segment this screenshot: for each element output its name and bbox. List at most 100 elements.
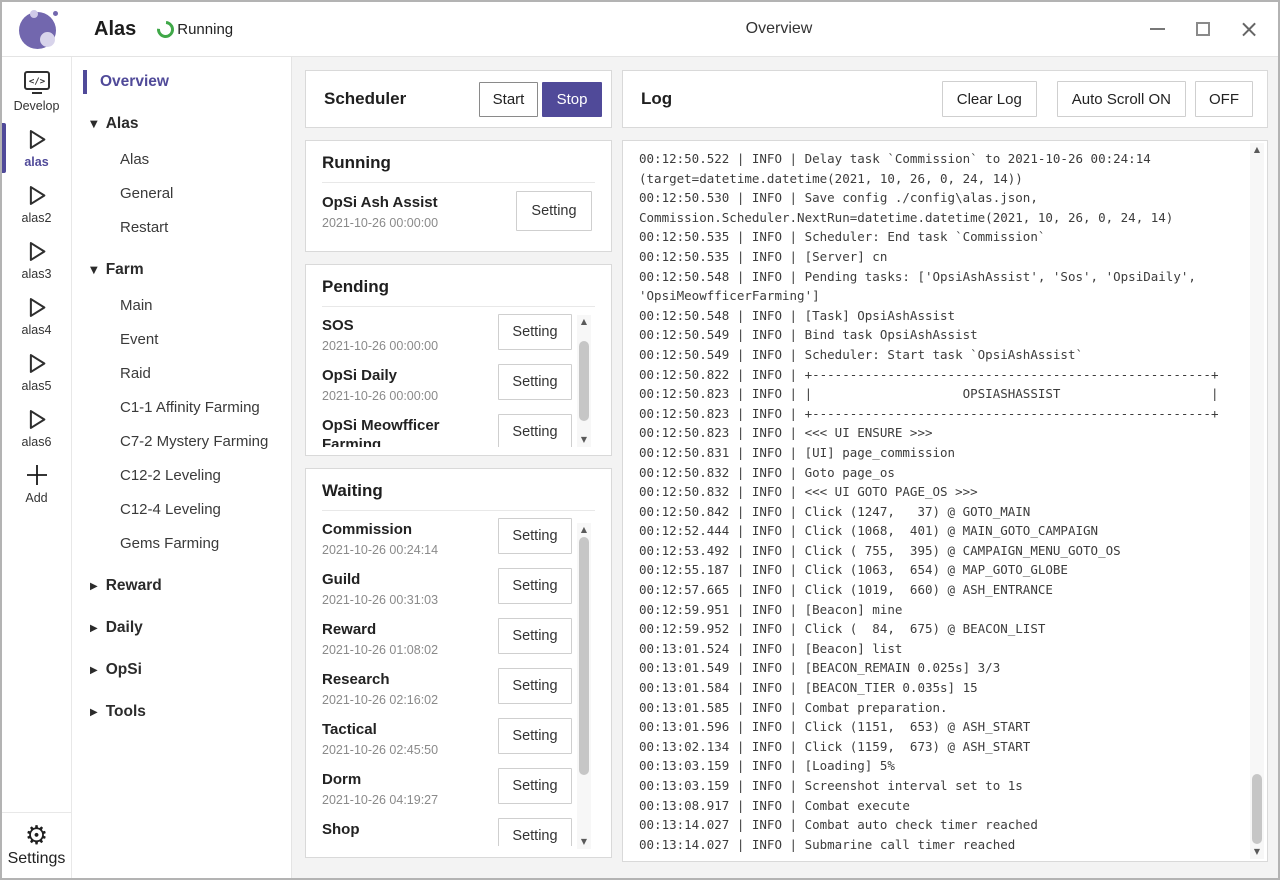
task-time: 2021-10-26 00:24:14 [322, 543, 495, 557]
nav-item[interactable]: ▶Daily [72, 611, 291, 645]
task-name: SOS [322, 316, 490, 335]
nav-item[interactable]: ▼Farm [72, 253, 291, 287]
task-name: Guild [322, 570, 490, 589]
log-line: 00:13:01.596 | INFO | Click (1151, 653) … [639, 717, 1243, 737]
task-name: Commission [322, 520, 490, 539]
nav-item[interactable]: Alas [72, 143, 291, 177]
pending-scrollbar[interactable]: ▲ ▼ [577, 315, 591, 447]
nav-item[interactable]: Main [72, 289, 291, 323]
autoscroll-off-button[interactable]: OFF [1195, 81, 1253, 117]
nav-item[interactable]: Restart [72, 211, 291, 245]
task-time: 2021-10-26 02:45:50 [322, 743, 495, 757]
setting-button[interactable]: Setting [498, 718, 572, 754]
minimize-icon[interactable] [1148, 20, 1166, 38]
nav-item-label: Main [120, 297, 153, 314]
task-row: Tactical 2021-10-26 02:45:50 Setting [322, 714, 595, 764]
scroll-thumb[interactable] [1252, 774, 1262, 844]
nav-item[interactable]: C1-1 Affinity Farming [72, 391, 291, 425]
nav-item[interactable]: ▶OpSi [72, 653, 291, 687]
scroll-down-icon[interactable]: ▼ [577, 433, 591, 447]
play-triangle-icon [22, 125, 52, 153]
scheduler-title: Scheduler [324, 89, 479, 109]
clear-log-button[interactable]: Clear Log [942, 81, 1037, 117]
setting-button[interactable]: Setting [516, 191, 592, 231]
setting-button[interactable]: Setting [498, 568, 572, 604]
stop-button[interactable]: Stop [542, 82, 602, 117]
task-row: SOS 2021-10-26 00:00:00 Setting [322, 310, 595, 360]
nav-expand-arrow-icon: ▼ [90, 108, 98, 142]
nav-expand-arrow-icon: ▶ [90, 612, 98, 646]
rail-item-add[interactable]: Add [2, 457, 71, 511]
running-spinner-icon [154, 17, 178, 41]
task-row: Research 2021-10-26 02:16:02 Setting [322, 664, 595, 714]
log-line: 00:12:50.832 | INFO | <<< UI GOTO PAGE_O… [639, 482, 1243, 502]
setting-button[interactable]: Setting [498, 768, 572, 804]
content-area: Scheduler Start Stop Running OpSi Ash As… [292, 57, 1278, 878]
window-controls: × [1148, 20, 1278, 38]
scroll-up-icon[interactable]: ▲ [577, 523, 591, 537]
nav-item-label: General [120, 185, 173, 202]
task-time: 2021-10-26 00:00:00 [322, 339, 495, 353]
running-list: OpSi Ash Assist 2021-10-26 00:00:00 Sett… [322, 183, 595, 239]
instance-list: alas alas2 [2, 121, 71, 457]
nav-item[interactable]: ▶Reward [72, 569, 291, 603]
nav-item-label: Raid [120, 365, 151, 382]
nav-item[interactable]: Event [72, 323, 291, 357]
nav-item-label: C12-2 Leveling [120, 467, 221, 484]
log-line: (target=datetime.datetime(2021, 10, 26, … [639, 169, 1243, 189]
log-title: Log [641, 89, 942, 109]
setting-button[interactable]: Setting [498, 364, 572, 400]
nav-item[interactable]: C12-4 Leveling [72, 493, 291, 527]
nav-item[interactable]: ▶ Tools [72, 695, 291, 729]
rail-item-develop[interactable]: </> Develop [2, 65, 71, 119]
rail-item-instance[interactable]: alas6 [2, 401, 71, 455]
rail-item-instance[interactable]: alas [2, 121, 71, 175]
nav-item[interactable]: Gems Farming [72, 527, 291, 561]
rail-item-instance[interactable]: alas5 [2, 345, 71, 399]
setting-button[interactable]: Setting [498, 518, 572, 554]
close-icon[interactable]: × [1240, 20, 1258, 38]
scheduler-card: Scheduler Start Stop [305, 70, 612, 128]
scroll-down-icon[interactable]: ▼ [1250, 845, 1264, 859]
setting-button[interactable]: Setting [498, 668, 572, 704]
autoscroll-on-button[interactable]: Auto Scroll ON [1057, 81, 1186, 117]
task-name: Tactical [322, 720, 490, 739]
nav-expand-arrow-icon: ▶ [90, 696, 98, 730]
task-time: 2021-10-26 04:19:27 [322, 793, 495, 807]
rail-item-settings[interactable]: ⚙ Settings [2, 812, 71, 878]
nav-item[interactable]: ▼Alas [72, 107, 291, 141]
maximize-icon[interactable] [1194, 20, 1212, 38]
log-scrollbar[interactable]: ▲ ▼ [1250, 143, 1264, 859]
nav-item-label: Reward [106, 577, 162, 594]
pending-title: Pending [322, 265, 595, 297]
waiting-scrollbar[interactable]: ▲ ▼ [577, 523, 591, 849]
nav-item-label: C1-1 Affinity Farming [120, 399, 260, 416]
setting-button[interactable]: Setting [498, 618, 572, 654]
rail-item-label: alas2 [22, 211, 52, 225]
scroll-thumb[interactable] [579, 537, 589, 775]
rail-item-instance[interactable]: alas3 [2, 233, 71, 287]
nav-item[interactable]: Raid [72, 357, 291, 391]
scroll-down-icon[interactable]: ▼ [577, 835, 591, 849]
divider [322, 306, 595, 307]
nav-item-list: ▼Alas Alas General Restart ▼ [72, 107, 291, 729]
rail-item-instance[interactable]: alas4 [2, 289, 71, 343]
nav-item[interactable]: General [72, 177, 291, 211]
running-title: Running [322, 141, 595, 173]
log-header-card: Log Clear Log Auto Scroll ON OFF [622, 70, 1268, 128]
setting-button[interactable]: Setting [498, 314, 572, 350]
setting-button[interactable]: Setting [498, 818, 572, 846]
nav-item-label: Tools [106, 703, 146, 720]
rail-item-instance[interactable]: alas2 [2, 177, 71, 231]
log-line: 00:13:14.027 | INFO | Combat auto check … [639, 815, 1243, 835]
nav-item[interactable]: C12-2 Leveling [72, 459, 291, 493]
scroll-up-icon[interactable]: ▲ [1250, 143, 1264, 157]
scroll-thumb[interactable] [579, 341, 589, 421]
setting-button[interactable]: Setting [498, 414, 572, 447]
start-button[interactable]: Start [479, 82, 538, 117]
log-line: 'OpsiMeowfficerFarming'] [639, 286, 1243, 306]
play-triangle-icon [22, 237, 52, 265]
nav-item-overview[interactable]: Overview [72, 65, 291, 99]
scroll-up-icon[interactable]: ▲ [577, 315, 591, 329]
nav-item[interactable]: C7-2 Mystery Farming [72, 425, 291, 459]
